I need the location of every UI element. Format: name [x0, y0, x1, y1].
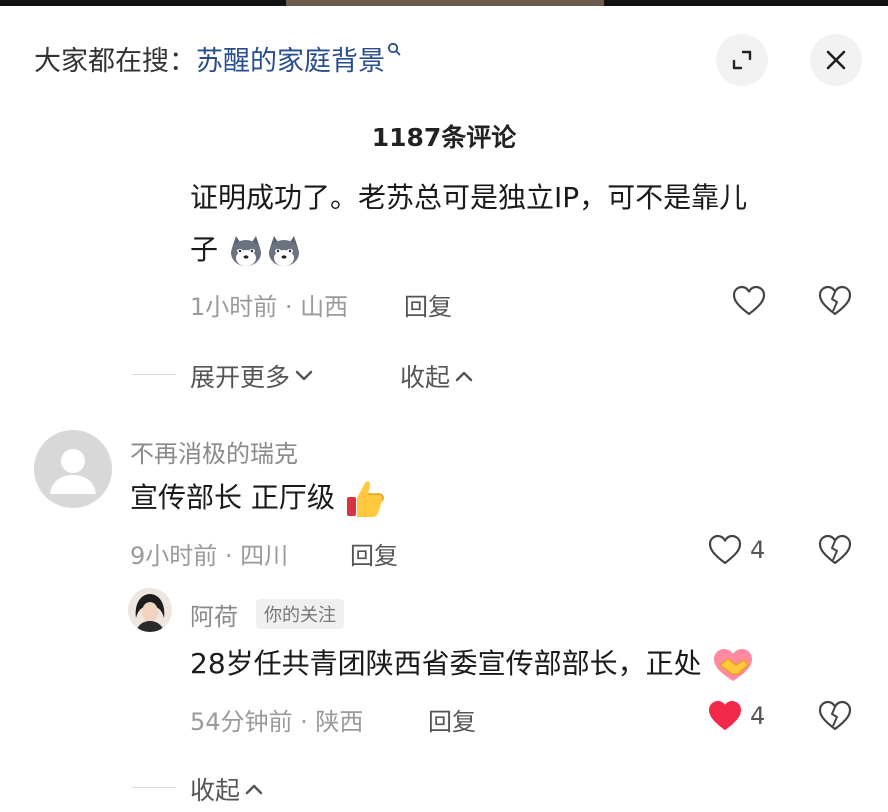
comment-text-line: 宣传部长 正厅级 — [130, 481, 335, 514]
like-heart-icon[interactable] — [732, 285, 766, 317]
search-prefix-label: 大家都在搜： — [34, 45, 196, 77]
comment-text: 证明成功了。老苏总可是独立IP，可不是靠儿 子 — [190, 172, 747, 276]
default-avatar-icon — [50, 449, 96, 494]
collapse-label: 收起 — [400, 363, 451, 392]
comment-count-title: 1187条评论 — [371, 123, 517, 152]
user-photo-avatar — [128, 588, 172, 632]
dislike-broken-heart-icon[interactable] — [818, 534, 852, 566]
search-suggestion[interactable]: 大家都在搜： 苏醒的家庭背景 — [34, 38, 401, 78]
expand-button[interactable] — [716, 34, 768, 86]
husky-dog-emoji — [230, 236, 261, 266]
search-icon — [387, 42, 401, 56]
dislike-broken-heart-icon[interactable] — [818, 700, 852, 732]
comment-text-line: 子 — [190, 233, 219, 266]
expand-more-button[interactable]: 展开更多 — [190, 358, 314, 394]
search-term-link[interactable]: 苏醒的家庭背景 — [196, 39, 385, 78]
thread-divider — [132, 787, 176, 788]
reply-button[interactable]: 回复 — [404, 287, 452, 322]
avatar[interactable] — [128, 588, 172, 632]
chevron-up-icon — [245, 784, 263, 795]
comment-time-location: 1小时前 · 山西 — [190, 293, 349, 321]
comment-time-location: 9小时前 · 四川 — [130, 542, 289, 570]
dislike-broken-heart-icon[interactable] — [818, 285, 852, 317]
comment-text: 28岁任共青团陕西省委宣传部部长，正处 — [190, 638, 755, 690]
expand-more-label: 展开更多 — [190, 363, 291, 392]
chevron-up-icon — [455, 371, 473, 382]
comment-username[interactable]: 阿荷 — [190, 597, 238, 632]
reply-button[interactable]: 回复 — [350, 536, 398, 571]
chevron-down-icon — [295, 370, 313, 381]
like-count: 4 — [750, 536, 766, 564]
liked-heart-icon[interactable] — [708, 700, 742, 732]
avatar[interactable] — [34, 430, 112, 508]
reply-button[interactable]: 回复 — [428, 702, 476, 737]
collapse-button[interactable]: 收起 — [190, 771, 264, 807]
close-button[interactable] — [810, 34, 862, 86]
comment-text-line: 证明成功了。老苏总可是独立IP，可不是靠儿 — [190, 181, 748, 214]
husky-dog-emoji — [268, 236, 299, 266]
like-count: 4 — [750, 702, 766, 730]
handshake-emoji — [713, 649, 752, 681]
following-badge: 你的关注 — [256, 599, 344, 629]
expand-icon — [732, 50, 752, 70]
thread-divider — [132, 374, 176, 375]
thumbs-up-emoji — [346, 481, 384, 517]
collapse-button[interactable]: 收起 — [400, 358, 474, 394]
comment-time-location: 54分钟前 · 陕西 — [190, 708, 364, 736]
like-heart-icon[interactable] — [708, 534, 742, 566]
collapse-label: 收起 — [190, 776, 241, 805]
comment-text: 宣传部长 正厅级 — [130, 472, 386, 524]
comment-username[interactable]: 不再消极的瑞克 — [130, 434, 298, 469]
comment-text-line: 28岁任共青团陕西省委宣传部部长，正处 — [190, 647, 702, 680]
close-icon — [826, 50, 846, 70]
